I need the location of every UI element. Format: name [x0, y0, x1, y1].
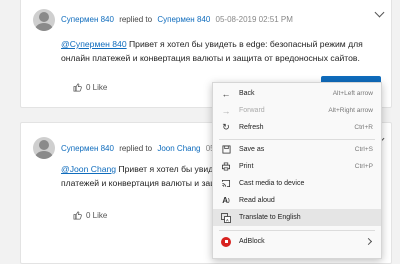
context-menu: ← Back Alt+Left arrow → Forward Alt+Righ…	[212, 82, 382, 259]
read-aloud-icon: A)	[222, 196, 230, 205]
replied-label: replied to	[119, 144, 153, 153]
chevron-right-icon	[364, 237, 373, 246]
reply-target-link[interactable]: Joon Chang	[157, 144, 200, 153]
reply-meta: Супермен 840 replied to Супермен 840 05-…	[61, 15, 293, 24]
translate-icon: A	[219, 211, 233, 225]
refresh-icon: ↻	[222, 122, 230, 132]
menu-shortcut: Ctrl+R	[354, 124, 373, 131]
reply-meta: Супермен 840 replied to Joon Chang 05-10…	[61, 144, 233, 153]
cast-icon	[219, 177, 233, 191]
menu-item-forward[interactable]: → Forward Alt+Right arrow	[213, 102, 381, 119]
adblock-icon	[219, 235, 233, 249]
like-button[interactable]: 0 Like	[73, 83, 107, 92]
thumbs-up-icon	[73, 211, 82, 220]
avatar[interactable]	[33, 137, 55, 159]
back-arrow-icon: ←	[221, 88, 231, 99]
post-date: 05-08-2019 02:51 PM	[215, 15, 293, 24]
menu-label: Save as	[239, 146, 265, 153]
chevron-down-icon[interactable]	[374, 7, 385, 18]
menu-item-back[interactable]: ← Back Alt+Left arrow	[213, 85, 381, 102]
menu-item-print[interactable]: Print Ctrl+P	[213, 158, 381, 175]
like-count: 0 Like	[86, 211, 108, 220]
author-link[interactable]: Супермен 840	[61, 144, 114, 153]
thumbs-up-icon	[73, 83, 82, 92]
reply-body: @Супермен 840 Привет я хотел бы увидеть …	[61, 37, 391, 65]
menu-item-read-aloud[interactable]: A) Read aloud	[213, 192, 381, 209]
menu-item-refresh[interactable]: ↻ Refresh Ctrl+R	[213, 119, 381, 136]
menu-item-adblock[interactable]: AdBlock	[213, 233, 381, 250]
menu-shortcut: Ctrl+P	[354, 163, 373, 170]
menu-label: Print	[239, 163, 254, 170]
svg-text:A: A	[226, 217, 229, 222]
menu-item-save-as[interactable]: Save as Ctrl+S	[213, 141, 381, 158]
save-icon	[219, 143, 233, 157]
forward-arrow-icon: →	[221, 105, 231, 116]
menu-divider	[219, 230, 375, 231]
menu-label: Read aloud	[239, 197, 275, 204]
reply-text: Привет я хотел бы увиде	[116, 164, 219, 174]
author-link[interactable]: Супермен 840	[61, 15, 114, 24]
menu-shortcut: Alt+Left arrow	[332, 90, 373, 97]
replied-label: replied to	[119, 15, 153, 24]
mention-link[interactable]: @Супермен 840	[61, 39, 127, 49]
menu-shortcut: Ctrl+S	[354, 146, 373, 153]
menu-item-cast[interactable]: Cast media to device	[213, 175, 381, 192]
menu-label: Forward	[239, 107, 265, 114]
reply-target-link[interactable]: Супермен 840	[157, 15, 210, 24]
menu-label: AdBlock	[239, 238, 265, 245]
like-button[interactable]: 0 Like	[73, 211, 107, 220]
menu-label: Refresh	[239, 124, 264, 131]
mention-link[interactable]: @Joon Chang	[61, 164, 116, 174]
menu-shortcut: Alt+Right arrow	[328, 107, 373, 114]
menu-divider	[219, 139, 375, 140]
menu-item-translate[interactable]: A Translate to English	[213, 209, 381, 226]
menu-label: Cast media to device	[239, 180, 305, 187]
menu-label: Translate to English	[239, 214, 301, 221]
print-icon	[219, 160, 233, 174]
like-count: 0 Like	[86, 83, 108, 92]
avatar[interactable]	[33, 9, 55, 31]
menu-label: Back	[239, 90, 255, 97]
